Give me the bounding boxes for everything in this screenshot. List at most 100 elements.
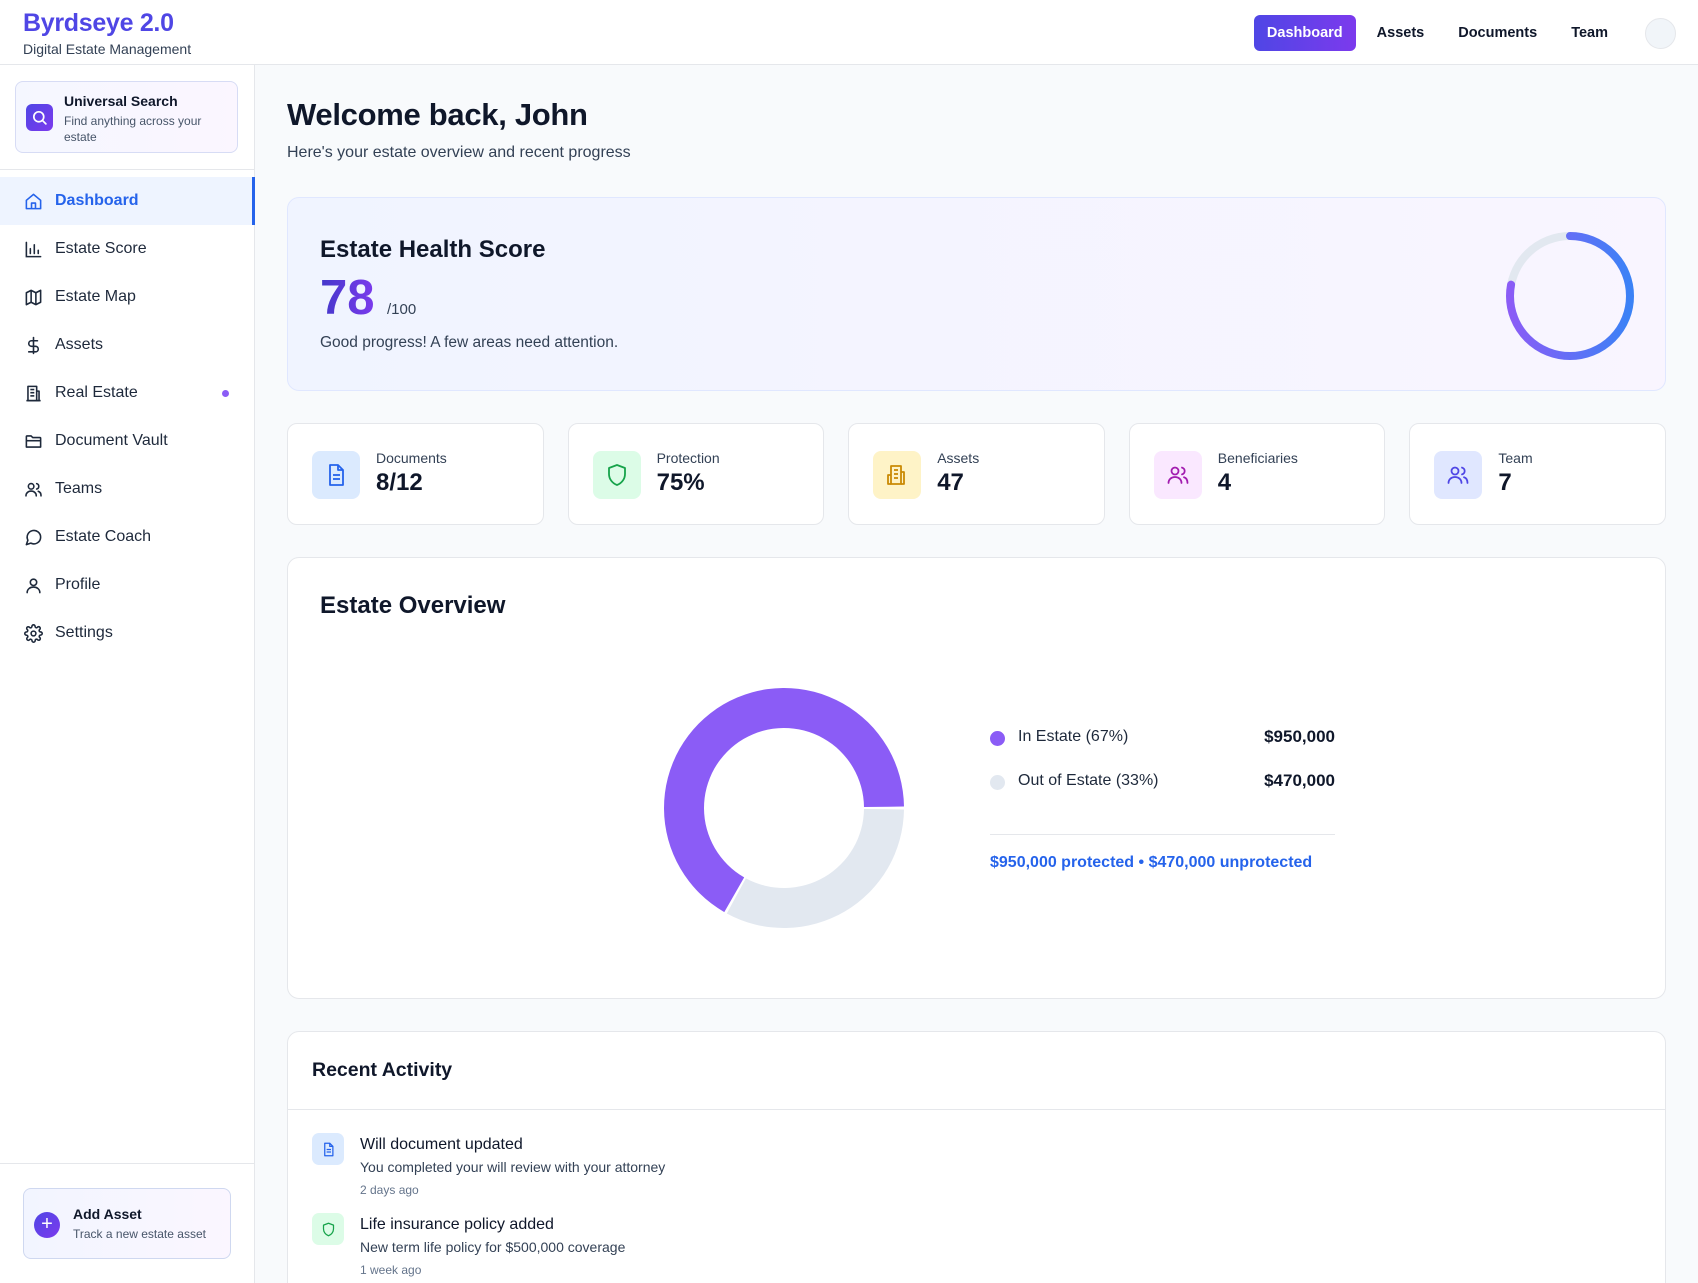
sidebar-item-estate-score[interactable]: Estate Score <box>0 225 255 273</box>
topnav-dashboard[interactable]: Dashboard <box>1253 15 1356 51</box>
stat-card-protection[interactable]: Protection 75% <box>567 423 825 525</box>
avatar[interactable] <box>1645 17 1676 49</box>
plus-icon: + <box>34 1212 60 1238</box>
sidebar-nav: Dashboard Estate Score Estate Map Assets… <box>0 177 255 657</box>
users-icon <box>1434 451 1483 499</box>
stats-row: Documents 8/12 Protection 75% Assets 47 … <box>287 423 1666 525</box>
sidebar-item-label: Estate Coach <box>55 528 152 545</box>
stat-value: 47 <box>937 469 964 496</box>
health-message: Good progress! A few areas need attentio… <box>320 334 619 351</box>
activity-item-time: 1 week ago <box>360 1263 422 1277</box>
sidebar-item-label: Dashboard <box>55 192 139 209</box>
building-icon <box>23 383 43 403</box>
map-icon <box>23 287 43 307</box>
document-icon <box>312 451 360 499</box>
home-icon <box>23 191 43 211</box>
sidebar-item-label: Teams <box>55 480 103 497</box>
stat-card-assets[interactable]: Assets 47 <box>848 423 1105 525</box>
building-icon <box>873 451 922 499</box>
stat-value: 7 <box>1498 469 1512 496</box>
sidebar-item-label: Estate Score <box>55 240 147 257</box>
users-icon <box>1153 451 1202 499</box>
add-asset-description: Track a new estate asset <box>73 1227 206 1241</box>
activity-item-time: 2 days ago <box>360 1183 419 1197</box>
search-title: Universal Search <box>64 93 178 109</box>
stat-card-beneficiaries[interactable]: Beneficiaries 4 <box>1128 423 1386 525</box>
stat-value: 8/12 <box>376 469 423 496</box>
app-title[interactable]: Byrdseye 2.0 <box>23 9 174 38</box>
document-icon <box>312 1133 344 1165</box>
legend-label: In Estate (67%) <box>1018 728 1129 745</box>
search-description: Find anything across your estate <box>64 114 202 144</box>
sidebar-item-profile[interactable]: Profile <box>0 561 255 609</box>
add-asset-button[interactable]: + Add Asset Track a new estate asset <box>23 1188 231 1259</box>
health-score-max: /100 <box>387 301 417 318</box>
notification-dot <box>222 390 229 397</box>
stat-label: Team <box>1498 450 1533 466</box>
sidebar-item-settings[interactable]: Settings <box>0 609 255 657</box>
stat-label: Protection <box>656 450 720 466</box>
top-nav: Dashboard Assets Documents Team <box>1253 15 1676 51</box>
app-subtitle: Digital Estate Management <box>23 41 192 57</box>
legend-swatch <box>990 731 1005 746</box>
sidebar: Universal Search Find anything across yo… <box>0 65 255 1283</box>
folder-icon <box>23 431 43 451</box>
search-icon <box>26 104 53 131</box>
topnav-documents[interactable]: Documents <box>1445 15 1550 51</box>
health-title: Estate Health Score <box>320 236 546 263</box>
activity-item-title: Will document updated <box>360 1136 523 1153</box>
recent-activity-card: Recent Activity Will document updated Yo… <box>287 1031 1666 1283</box>
topnav-assets[interactable]: Assets <box>1364 15 1438 51</box>
health-score-ring <box>1506 232 1634 360</box>
legend-swatch <box>990 775 1005 790</box>
chart-legend: In Estate (67%) $950,000 Out of Estate (… <box>990 718 1335 806</box>
shield-icon <box>592 451 641 499</box>
health-score: 78 <box>320 271 375 325</box>
page-title: Welcome back, John <box>287 97 588 132</box>
activity-divider <box>288 1109 1665 1110</box>
sidebar-item-estate-map[interactable]: Estate Map <box>0 273 255 321</box>
top-header: Byrdseye 2.0 Digital Estate Management D… <box>0 0 1698 65</box>
sidebar-item-teams[interactable]: Teams <box>0 465 255 513</box>
sidebar-item-label: Assets <box>55 336 104 353</box>
stat-label: Beneficiaries <box>1217 450 1298 466</box>
activity-item[interactable]: Will document updated You completed your… <box>312 1133 1212 1203</box>
users-icon <box>23 479 43 499</box>
legend-value: $950,000 <box>1264 727 1335 746</box>
stat-card-documents[interactable]: Documents 8/12 <box>287 423 544 525</box>
sidebar-item-estate-coach[interactable]: Estate Coach <box>0 513 255 561</box>
sidebar-divider <box>0 1163 255 1164</box>
activity-item-title: Life insurance policy added <box>360 1216 554 1233</box>
sidebar-item-label: Real Estate <box>55 384 138 401</box>
legend-item-in-estate: In Estate (67%) $950,000 <box>990 718 1335 762</box>
sidebar-item-label: Profile <box>55 576 101 593</box>
sidebar-item-dashboard[interactable]: Dashboard <box>0 177 255 225</box>
sidebar-divider <box>0 169 255 170</box>
activity-item-description: You completed your will review with your… <box>360 1159 666 1175</box>
sidebar-item-real-estate[interactable]: Real Estate <box>0 369 255 417</box>
sidebar-item-label: Estate Map <box>55 288 136 305</box>
bar-chart-icon <box>23 239 43 259</box>
universal-search-card[interactable]: Universal Search Find anything across yo… <box>15 81 238 153</box>
estate-donut-chart <box>664 688 904 928</box>
estate-overview-card: Estate Overview In Estate (67%) $950,000… <box>287 557 1666 999</box>
sidebar-item-assets[interactable]: Assets <box>0 321 255 369</box>
gear-icon <box>23 623 43 643</box>
estate-health-card: Estate Health Score 78 /100 Good progres… <box>287 197 1666 391</box>
sidebar-item-label: Settings <box>55 624 113 641</box>
sidebar-item-document-vault[interactable]: Document Vault <box>0 417 255 465</box>
activity-title: Recent Activity <box>312 1059 453 1081</box>
user-icon <box>23 575 43 595</box>
stat-label: Documents <box>376 450 447 466</box>
dollar-icon <box>23 335 43 355</box>
activity-item[interactable]: Life insurance policy added New term lif… <box>312 1213 1212 1283</box>
topnav-team[interactable]: Team <box>1558 15 1621 51</box>
chat-icon <box>23 527 43 547</box>
protection-summary: $950,000 protected • $470,000 unprotecte… <box>990 854 1313 871</box>
stat-label: Assets <box>937 450 980 466</box>
sidebar-item-label: Document Vault <box>55 432 168 449</box>
donut-slice-out-of-estate[interactable] <box>726 808 904 928</box>
add-asset-title: Add Asset <box>73 1206 142 1222</box>
stat-card-team[interactable]: Team 7 <box>1409 423 1666 525</box>
legend-divider <box>990 834 1335 835</box>
